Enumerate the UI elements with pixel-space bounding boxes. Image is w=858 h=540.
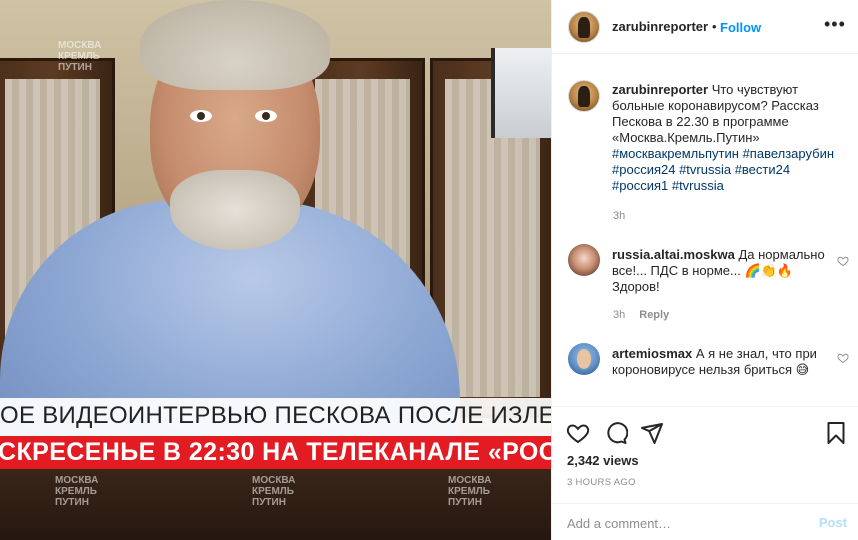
comment-meta: 3h Reply (613, 309, 669, 321)
comment-username[interactable]: artemiosmax (612, 346, 692, 361)
person-beard (170, 170, 300, 250)
view-count[interactable]: 2,342 views (567, 453, 639, 468)
ticker-top: ОЕ ВИДЕОИНТЕРВЬЮ ПЕСКОВА ПОСЛЕ ИЗЛЕЧЕНИЯ (0, 398, 551, 436)
heart-icon[interactable] (566, 421, 590, 445)
channel-watermark-bottom-1: МОСКВА КРЕМЛЬ ПУТИН (55, 475, 99, 508)
comment-item: artemiosmax А я не знал, что при коронов… (612, 346, 837, 378)
header-separator: • (712, 19, 717, 34)
comment-item: russia.altai.moskwa Да нормально все!...… (612, 247, 837, 295)
action-bar: 2,342 views 3 HOURS AGO Post (552, 406, 858, 540)
avatar[interactable] (568, 11, 600, 43)
caption-avatar[interactable] (568, 80, 600, 112)
bookmark-icon[interactable] (824, 421, 848, 445)
comment-like-heart-icon[interactable] (837, 352, 849, 364)
post-header: zarubinreporter • Follow ••• (552, 0, 858, 54)
reply-button[interactable]: Reply (639, 309, 669, 321)
channel-watermark: МОСКВА КРЕМЛЬ ПУТИН (58, 40, 102, 73)
channel-watermark-bottom-2: МОСКВА КРЕМЛЬ ПУТИН (252, 475, 296, 508)
share-icon[interactable] (640, 421, 664, 445)
channel-watermark-bottom-3: МОСКВА КРЕМЛЬ ПУТИН (448, 475, 492, 508)
ticker-bottom-text: СКРЕСЕНЬЕ В 22:30 НА ТЕЛЕКАНАЛЕ «РОССИ (0, 438, 551, 466)
comment-icon[interactable] (604, 421, 628, 445)
follow-button[interactable]: Follow (720, 20, 761, 35)
video-player[interactable]: МОСКВА КРЕМЛЬ ПУТИН ОЕ ВИДЕОИНТЕРВЬЮ ПЕС… (0, 0, 551, 540)
caption-time: 3h (613, 210, 626, 222)
comment-username[interactable]: russia.altai.moskwa (612, 247, 735, 262)
add-comment-section: Post (552, 503, 858, 540)
comment-like-heart-icon[interactable] (837, 255, 849, 267)
comment-avatar[interactable] (568, 343, 600, 375)
comment-avatar[interactable] (568, 244, 600, 276)
person-hair (140, 0, 330, 90)
header-username[interactable]: zarubinreporter (612, 19, 708, 34)
comment-time: 3h (613, 309, 626, 321)
ticker-bottom: СКРЕСЕНЬЕ В 22:30 НА ТЕЛЕКАНАЛЕ «РОССИ (0, 436, 551, 469)
comment-input[interactable] (567, 514, 787, 532)
caption: zarubinreporter Что чувствуют больные ко… (612, 82, 837, 194)
post-sidebar: zarubinreporter • Follow ••• zarubinrepo… (551, 0, 858, 540)
person-eye-right (255, 110, 277, 122)
caption-username[interactable]: zarubinreporter (612, 82, 708, 97)
caption-hashtags[interactable]: #москвакремльпутин #павелзарубин #россия… (612, 146, 834, 193)
person-eye-left (190, 110, 212, 122)
window-inset (491, 48, 551, 138)
post-timestamp: 3 HOURS AGO (567, 477, 636, 488)
ticker-top-text: ОЕ ВИДЕОИНТЕРВЬЮ ПЕСКОВА ПОСЛЕ ИЗЛЕЧЕНИЯ (0, 402, 551, 429)
more-options-icon[interactable]: ••• (824, 14, 846, 35)
post-button[interactable]: Post (819, 515, 847, 530)
